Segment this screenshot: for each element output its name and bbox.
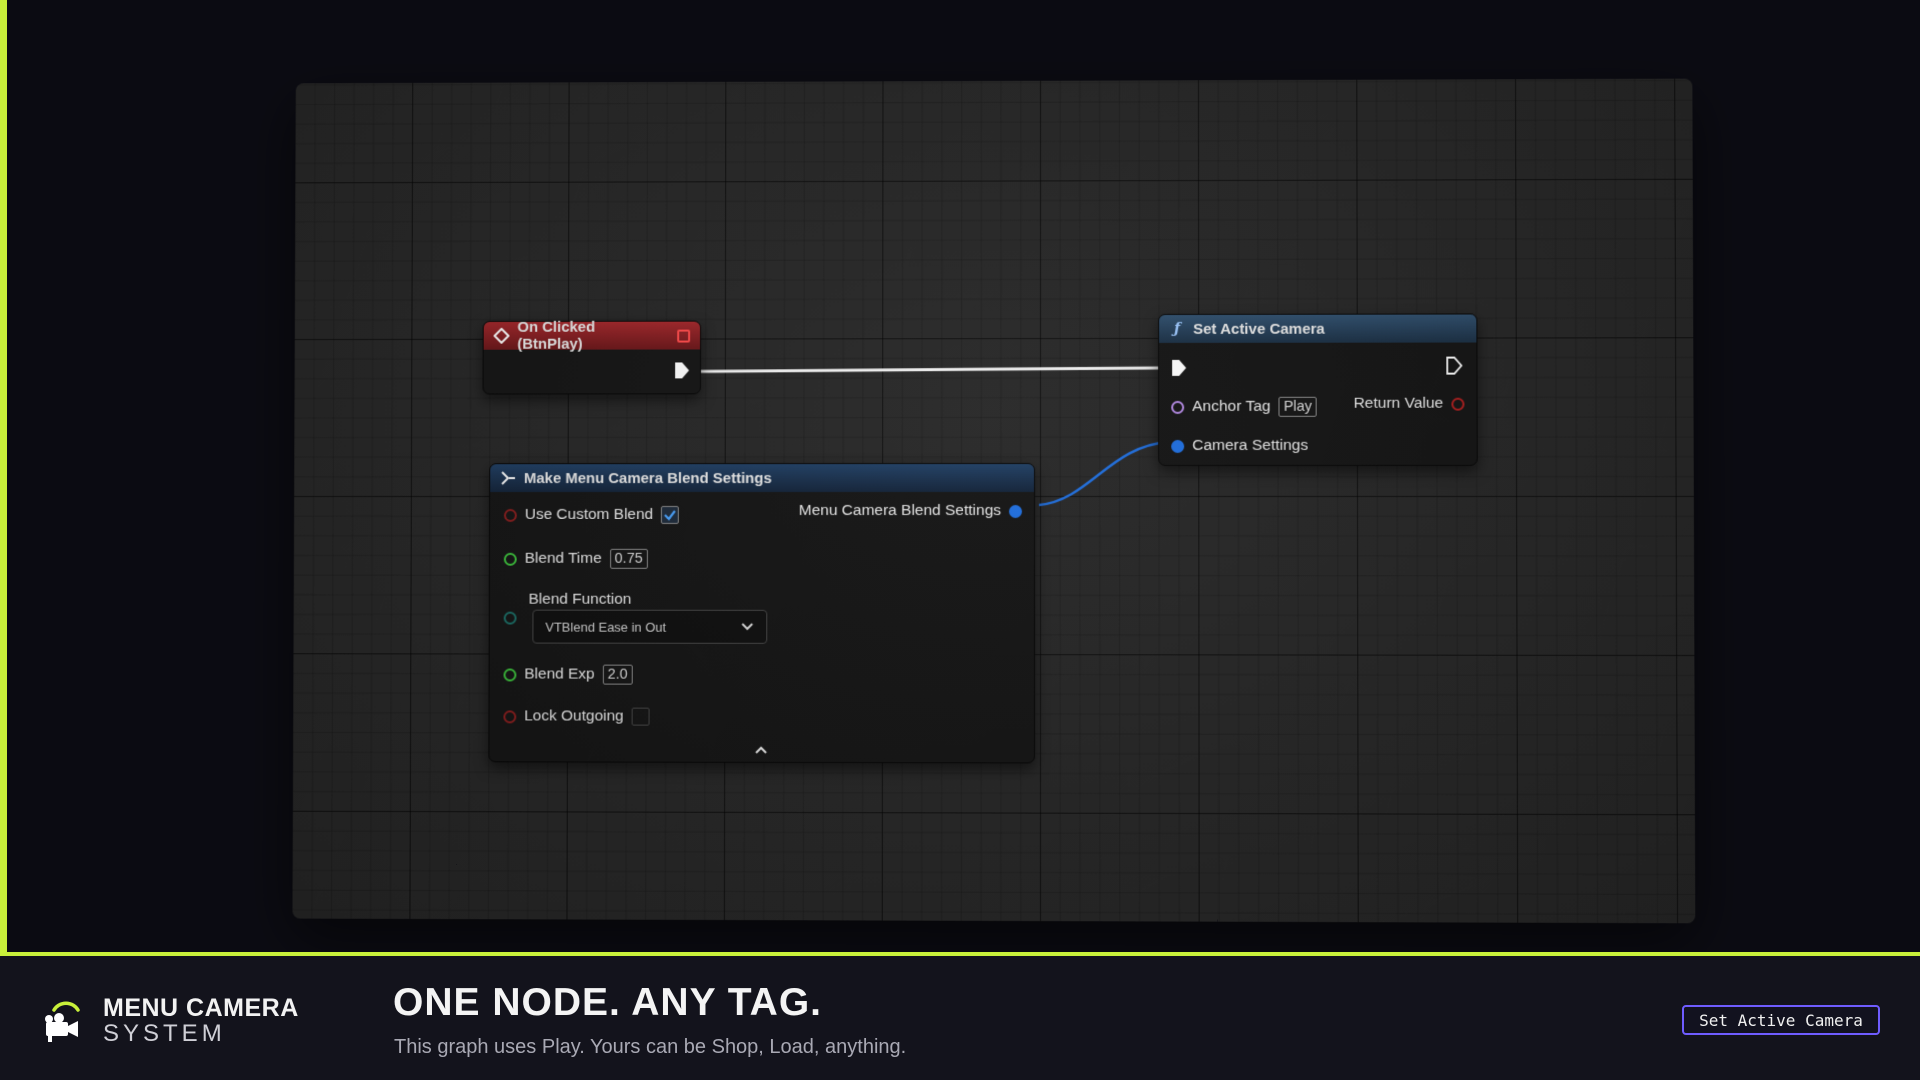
bool-pin-icon[interactable] [503,508,517,522]
exec-arrow-outline-icon [1446,357,1462,375]
float-pin-icon[interactable] [503,667,517,681]
anchor-tag-row: Anchor Tag Play [1171,396,1318,417]
struct-wire [1039,442,1170,505]
bool-pin-icon[interactable] [1451,397,1465,411]
blend-exp-label: Blend Exp [524,665,595,683]
blend-time-input[interactable]: 0.75 [609,548,648,569]
lock-outgoing-checkbox[interactable] [631,707,650,726]
blend-settings-output-row: Menu Camera Blend Settings [798,501,1023,520]
use-custom-blend-checkbox[interactable] [661,505,680,524]
lock-outgoing-row: Lock Outgoing [503,707,650,726]
name-pin-icon[interactable] [1171,400,1185,414]
brand-subtitle: SYSTEM [103,1020,226,1047]
exec-out-pin[interactable] [1446,357,1462,375]
blend-function-label: Blend Function [528,590,632,608]
blend-time-row: Blend Time 0.75 [503,548,648,569]
camera-settings-row: Camera Settings [1171,437,1308,455]
set-active-camera-node[interactable]: ƒ Set Active Camera Anchor Tag Play Retu… [1158,313,1478,466]
anchor-tag-input[interactable]: Play [1278,396,1318,417]
exec-out-pin[interactable] [674,361,690,379]
on-clicked-node[interactable]: On Clicked (BtnPlay) [482,318,702,395]
make-blend-settings-header[interactable]: Make Menu Camera Blend Settings [490,463,1035,493]
delegate-pin-icon[interactable] [677,329,691,343]
blend-exp-row: Blend Exp 2.0 [503,664,633,685]
set-active-camera-tag-button[interactable]: Set Active Camera [1682,1005,1880,1035]
brand-title: MENU CAMERA [103,994,299,1022]
blend-exp-input[interactable]: 2.0 [602,664,633,685]
exec-arrow-icon [675,362,690,379]
return-value-label: Return Value [1353,394,1444,412]
set-active-camera-title: Set Active Camera [1193,320,1325,338]
float-pin-icon[interactable] [503,552,517,566]
make-struct-icon [500,470,516,486]
blend-function-dropdown[interactable]: VTBlend Ease in Out [532,609,768,644]
collapse-chevron-up-icon[interactable] [754,742,768,760]
function-icon: ƒ [1174,320,1181,337]
exec-in-pin[interactable] [1171,359,1187,377]
use-custom-blend-label: Use Custom Blend [524,505,654,523]
checkmark-icon [663,508,677,522]
return-value-row: Return Value [1353,394,1465,413]
blend-function-value: VTBlend Ease in Out [545,619,667,635]
graph-grid[interactable]: On Clicked (BtnPlay) ƒ Set Active Camera [292,78,1696,924]
subline: This graph uses Play. Yours can be Shop,… [394,1036,907,1058]
headline: ONE NODE. ANY TAG. [393,981,822,1024]
lock-outgoing-label: Lock Outgoing [524,707,624,725]
use-custom-blend-row: Use Custom Blend [503,505,680,524]
blueprint-graph-canvas[interactable]: On Clicked (BtnPlay) ƒ Set Active Camera [292,78,1696,924]
on-clicked-node-header[interactable]: On Clicked (BtnPlay) [483,318,701,353]
set-active-camera-header[interactable]: ƒ Set Active Camera [1159,314,1477,343]
blend-function-label-row: Blend Function [529,591,632,609]
make-blend-settings-node[interactable]: Make Menu Camera Blend Settings Use Cust… [488,462,1036,764]
accent-stripe-left [0,0,7,952]
bottom-bar: MENU CAMERA SYSTEM ONE NODE. ANY TAG. Th… [0,952,1920,1080]
on-clicked-title: On Clicked (BtnPlay) [517,318,596,353]
struct-pin-icon[interactable] [1008,504,1023,518]
enum-pin-icon[interactable] [503,611,517,625]
chevron-down-icon [742,623,754,632]
exec-wire [699,368,1163,371]
exec-arrow-icon [1171,359,1186,376]
event-diamond-icon [494,328,510,344]
blend-time-label: Blend Time [524,549,602,567]
blend-settings-output-label: Menu Camera Blend Settings [798,501,1001,520]
struct-pin-icon[interactable] [1171,439,1185,453]
make-blend-settings-title: Make Menu Camera Blend Settings [523,469,772,487]
camera-settings-label: Camera Settings [1192,436,1309,454]
anchor-tag-label: Anchor Tag [1192,397,1271,415]
bool-pin-icon[interactable] [503,709,517,723]
camera-logo-icon [45,1001,80,1042]
